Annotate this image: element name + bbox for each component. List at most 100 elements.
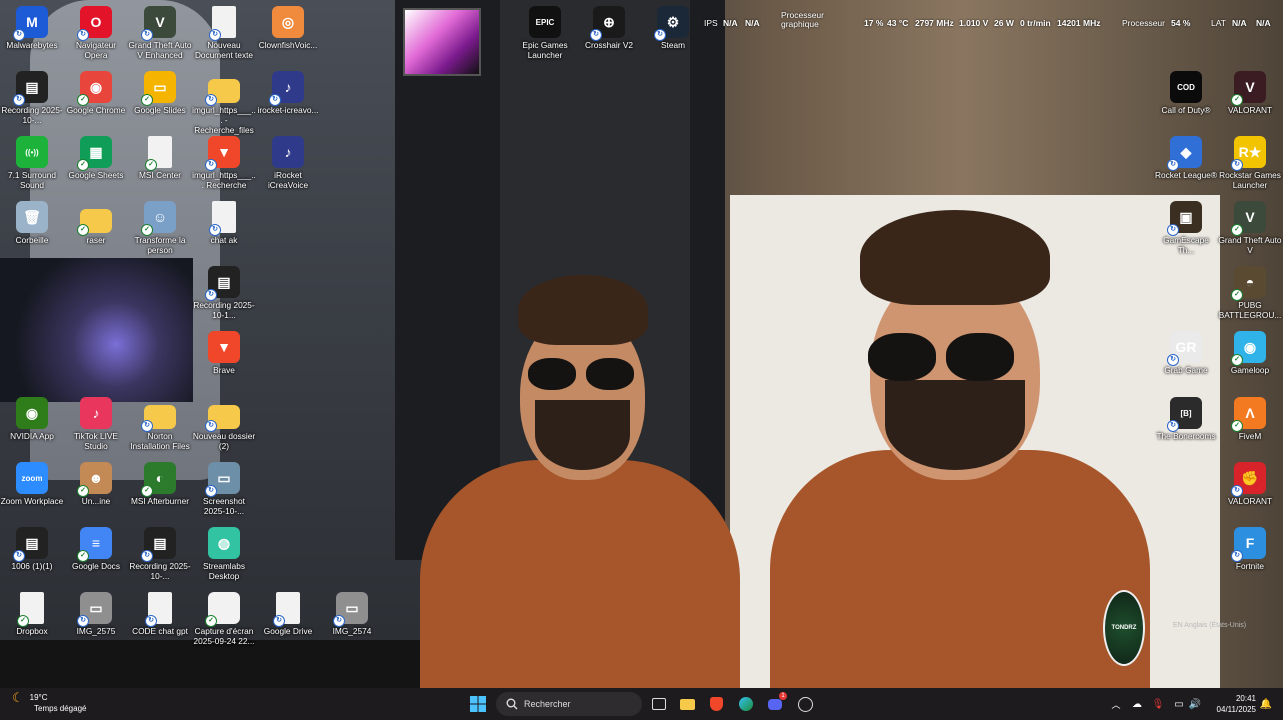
desktop-icon[interactable]: ↻ Nouveau Document texte — [192, 6, 256, 60]
fivem-icon: Λ ✓ — [1231, 397, 1266, 432]
desktop-icon[interactable]: R★ ↻ Rockstar Games Launcher — [1218, 136, 1282, 190]
desktop-icon[interactable]: ✊ ↻ VALORANT — [1218, 462, 1282, 506]
network-tray-icon[interactable]: ▭ — [1172, 694, 1186, 714]
desktop-icon[interactable]: ◆ ↻ Rocket League® — [1154, 136, 1218, 180]
task-view-icon — [652, 698, 666, 710]
sync-status-icon: ↻ — [1231, 485, 1243, 497]
desktop-icon[interactable]: ▦ ✓ Google Sheets — [64, 136, 128, 180]
desktop-icon[interactable]: ▼ Brave — [192, 331, 256, 375]
gpu-voltage: 1.010 V — [959, 18, 989, 28]
taskbar-clock[interactable]: 20:41 04/11/2025 — [1217, 693, 1256, 715]
start-button[interactable] — [468, 694, 488, 714]
desktop-icon-label: Dropbox — [16, 626, 48, 636]
desktop-icon[interactable]: M ↻ Malwarebytes — [0, 6, 64, 50]
desktop-icon[interactable]: ▤ ↻ Recording 2025-10-... — [0, 71, 64, 125]
desktop-icon[interactable]: zoom Zoom Workplace — [0, 462, 64, 506]
microphone-tray-icon[interactable]: 🎙 — [1152, 694, 1165, 714]
taskbar-search[interactable]: Rechercher — [496, 692, 642, 716]
grab-game-icon: GR ↻ — [1167, 331, 1202, 366]
desktop-icon[interactable]: 🗑 Corbeille — [0, 201, 64, 245]
synced-check-icon: ✓ — [77, 94, 89, 106]
desktop-icon[interactable]: O ↻ Navigateur Opera — [64, 6, 128, 60]
task-view-button[interactable] — [650, 694, 668, 714]
desktop-icon[interactable]: EPIC Epic Games Launcher — [513, 6, 577, 60]
desktop-icon[interactable]: ▤ ↻ Recording 2025-10-... — [128, 527, 192, 581]
desktop-icon[interactable]: ▤ ↻ 1006 (1)(1) — [0, 527, 64, 571]
edge-taskbar-button[interactable] — [737, 694, 755, 714]
desktop-icon[interactable]: ▭ ↻ IMG_2575 — [64, 592, 128, 636]
desktop-icon-label: Un...ine — [81, 496, 111, 506]
desktop-icon[interactable]: ◉ NVIDIA App — [0, 397, 64, 441]
desktop-icon[interactable]: ↻ chat ak — [192, 201, 256, 245]
desktop-icon[interactable]: Λ ✓ FiveM — [1218, 397, 1282, 441]
file-explorer-button[interactable] — [678, 694, 696, 714]
discord-notification-badge: 1 — [779, 692, 787, 700]
icon-glyph: ⊕ — [603, 13, 615, 30]
sync-status-icon: ↻ — [273, 615, 285, 627]
desktop-icon[interactable]: ↻ imgurl_https___... - Recherche_files — [192, 71, 256, 135]
desktop-icon[interactable]: ↻ CODE chat gpt — [128, 592, 192, 636]
streamlabs-icon: ◍ — [208, 527, 240, 559]
desktop-icon[interactable]: ♪ iRocket iCreaVoice — [256, 136, 320, 190]
desktop-icon[interactable]: ◉ ✓ Gameloop — [1218, 331, 1282, 375]
desktop-icon[interactable]: ≡ ✓ Google Docs — [64, 527, 128, 571]
cpu-label: Processeur — [1122, 18, 1165, 28]
valorant-icon: ✊ ↻ — [1231, 462, 1266, 497]
icon-glyph: ▤ — [25, 78, 39, 95]
image-file-icon: ▭ ↻ — [205, 462, 240, 497]
desktop-icon[interactable]: ✓ Capture d'écran 2025-09-24 22... — [192, 592, 256, 646]
onedrive-tray-icon[interactable]: ☁ — [1130, 694, 1144, 714]
desktop-icon[interactable]: ✓ Dropbox — [0, 592, 64, 636]
desktop-icon-label: The Bonerooms — [1156, 431, 1216, 441]
desktop-icon[interactable]: ◍ Streamlabs Desktop — [192, 527, 256, 581]
desktop-icon[interactable]: ☻ ✓ Un...ine — [64, 462, 128, 506]
sync-status-icon: ↻ — [1231, 550, 1243, 562]
desktop-icon[interactable]: ♪ ↻ irocket-icreavo... — [256, 71, 320, 115]
desktop-icon[interactable]: ↻ Nouveau dossier (2) — [192, 397, 256, 451]
desktop-icon-label: Gameloop — [1230, 365, 1270, 375]
desktop-icon[interactable]: ◎ ClownfishVoic... — [256, 6, 320, 50]
brave-taskbar-button[interactable] — [707, 694, 725, 714]
weather-widget[interactable]: ☾ 19°C Temps dégagé — [12, 691, 86, 714]
desktop-icon[interactable]: V ↻ Grand Theft Auto V Enhanced — [128, 6, 192, 60]
desktop-icon[interactable]: ♪ TikTok LIVE Studio — [64, 397, 128, 451]
notification-button[interactable]: 🔔 — [1259, 694, 1273, 714]
desktop-icon[interactable]: ▤ ↻ Recording 2025-10-1... — [192, 266, 256, 320]
desktop-icon[interactable]: V ✓ VALORANT — [1218, 71, 1282, 115]
desktop-icon[interactable]: V ✓ Grand Theft Auto V — [1218, 201, 1282, 255]
desktop-icon[interactable]: ✓ MSI Center — [128, 136, 192, 180]
desktop-icon[interactable]: ◐ ✓ MSI Afterburner — [128, 462, 192, 506]
desktop-icon[interactable]: ▣ ↻ GamEscape Th... — [1154, 201, 1218, 255]
desktop-icon[interactable]: ✓ raser — [64, 201, 128, 245]
desktop-icon[interactable]: ▭ ✓ Google Slides — [128, 71, 192, 115]
desktop-icon[interactable]: GR ↻ Grab Game — [1154, 331, 1218, 375]
desktop-icon[interactable]: ◉ ✓ Google Chrome — [64, 71, 128, 115]
desktop-icon-label: NVIDIA App — [10, 431, 54, 441]
desktop-icon[interactable]: ((•)) 7.1 Surround Sound — [0, 136, 64, 190]
desktop-icon[interactable]: ⊕ ↻ Crosshair V2 — [577, 6, 641, 50]
sync-status-icon: ↻ — [145, 615, 157, 627]
desktop-icon[interactable]: ↻ Google Drive — [256, 592, 320, 636]
desktop-icon-label: iRocket iCreaVoice — [267, 170, 309, 190]
desktop-icon[interactable]: ▼ ↻ imgurl_https___... Recherche — [192, 136, 256, 190]
video-file-icon: ▤ ↻ — [13, 71, 48, 106]
desktop-icon[interactable]: ☺ ✓ Transforme la person — [128, 201, 192, 255]
icon-glyph: ≡ — [91, 535, 101, 551]
desktop-icon[interactable]: ◓ ✓ PUBG BATTLEGROU... — [1218, 266, 1282, 320]
volume-tray-icon[interactable]: 🔊 — [1188, 694, 1202, 714]
tray-overflow-button[interactable]: ︿ — [1110, 694, 1122, 714]
discord-taskbar-button[interactable]: 1 — [766, 692, 787, 714]
desktop-icon[interactable]: COD Call of Duty® — [1154, 71, 1218, 115]
sync-status-icon: ↻ — [205, 159, 217, 171]
desktop-icon[interactable]: F ↻ Fortnite — [1218, 527, 1282, 571]
desktop-icon[interactable]: [B] ↻ The Bonerooms — [1154, 397, 1218, 441]
desktop-icon[interactable]: ⚙ ↻ Steam — [641, 6, 705, 50]
app-taskbar-button[interactable] — [796, 694, 814, 714]
desktop-icon[interactable]: ▭ ↻ Screenshot 2025-10-... — [192, 462, 256, 516]
desktop-icon-label: Grand Theft Auto V Enhanced — [128, 40, 192, 60]
desktop-icon[interactable]: ▭ ↻ IMG_2574 — [320, 592, 384, 636]
rockstar-icon: R★ ↻ — [1231, 136, 1266, 171]
chrome-icon: ◉ ✓ — [77, 71, 112, 106]
desktop-icon[interactable]: ↻ Norton Installation Files — [128, 397, 192, 451]
sync-status-icon: ↻ — [209, 29, 221, 41]
